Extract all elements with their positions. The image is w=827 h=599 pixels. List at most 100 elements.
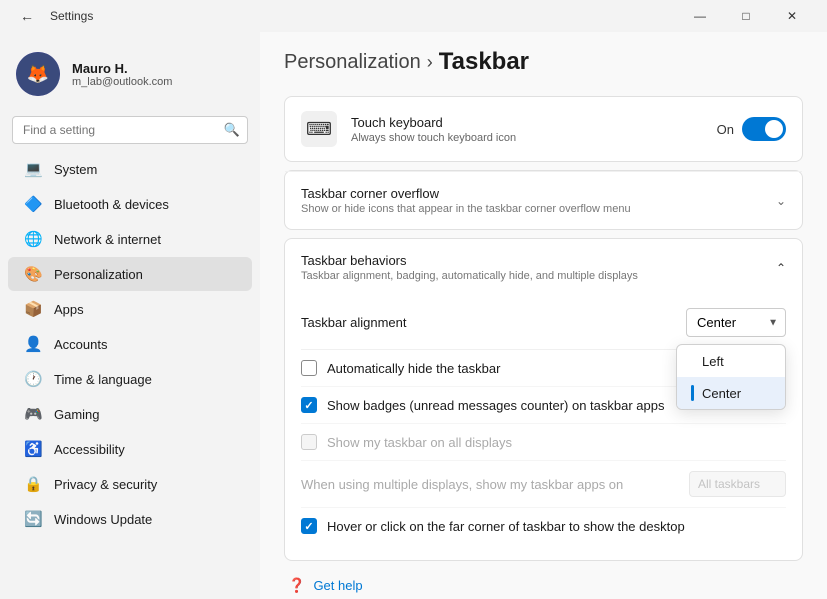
accounts-icon: 👤 bbox=[24, 335, 42, 353]
auto-hide-checkbox[interactable] bbox=[301, 360, 317, 376]
sidebar-item-label: Privacy & security bbox=[54, 477, 157, 492]
privacy-icon: 🔒 bbox=[24, 475, 42, 493]
alignment-dropdown-popup: Left Center bbox=[676, 344, 786, 410]
apps-icon: 📦 bbox=[24, 300, 42, 318]
sidebar-item-label: Personalization bbox=[54, 267, 143, 282]
back-button[interactable]: ← bbox=[12, 4, 42, 28]
behaviors-subtitle: Taskbar alignment, badging, automaticall… bbox=[301, 270, 776, 282]
footer-links: ❓ Get help 💬 Give feedback bbox=[284, 577, 803, 599]
taskbar-corner-overflow-card: Taskbar corner overflow Show or hide ico… bbox=[284, 170, 803, 230]
get-help-label: Get help bbox=[313, 578, 362, 593]
multi-display-label: When using multiple displays, show my ta… bbox=[301, 477, 689, 492]
alignment-dropdown[interactable]: Left Center bbox=[686, 308, 786, 337]
touch-keyboard-toggle-group: On bbox=[717, 117, 786, 141]
behaviors-text: Taskbar behaviors Taskbar alignment, bad… bbox=[301, 253, 776, 282]
window-controls: — □ ✕ bbox=[677, 0, 815, 32]
behaviors-content: Taskbar alignment Left Center ▼ Left bbox=[285, 296, 802, 560]
breadcrumb: Personalization › Taskbar bbox=[284, 48, 803, 76]
touch-keyboard-toggle[interactable] bbox=[742, 117, 786, 141]
desktop-label: Hover or click on the far corner of task… bbox=[327, 519, 685, 534]
sidebar-item-label: Bluetooth & devices bbox=[54, 197, 169, 212]
breadcrumb-separator: › bbox=[427, 52, 433, 73]
alignment-dropdown-wrapper: Left Center ▼ Left Cent bbox=[686, 308, 786, 337]
touch-keyboard-title: Touch keyboard bbox=[351, 115, 717, 130]
all-displays-checkbox bbox=[301, 434, 317, 450]
alignment-label: Taskbar alignment bbox=[301, 315, 686, 330]
search-input[interactable] bbox=[12, 116, 248, 144]
dropdown-option-left[interactable]: Left bbox=[677, 345, 785, 377]
system-icon: 💻 bbox=[24, 160, 42, 178]
titlebar: ← Settings — □ ✕ bbox=[0, 0, 827, 32]
accessibility-icon: ♿ bbox=[24, 440, 42, 458]
all-displays-label: Show my taskbar on all displays bbox=[327, 435, 786, 450]
sidebar-item-gaming[interactable]: 🎮 Gaming bbox=[8, 397, 252, 431]
breadcrumb-current: Taskbar bbox=[439, 48, 529, 76]
option-center-label: Center bbox=[702, 386, 741, 401]
search-icon: 🔍 bbox=[224, 122, 240, 138]
touch-keyboard-row: ⌨ Touch keyboard Always show touch keybo… bbox=[285, 97, 802, 161]
profile-section: 🦊 Mauro H. m_lab@outlook.com bbox=[0, 40, 260, 112]
profile-info: Mauro H. m_lab@outlook.com bbox=[72, 61, 172, 88]
sidebar-item-label: System bbox=[54, 162, 97, 177]
sidebar-item-accounts[interactable]: 👤 Accounts bbox=[8, 327, 252, 361]
multi-display-row: When using multiple displays, show my ta… bbox=[301, 461, 786, 508]
touch-keyboard-subtitle: Always show touch keyboard icon bbox=[351, 132, 717, 144]
sidebar-item-label: Apps bbox=[54, 302, 84, 317]
option-check-center bbox=[691, 385, 694, 401]
windows-update-icon: 🔄 bbox=[24, 510, 42, 528]
personalization-icon: 🎨 bbox=[24, 265, 42, 283]
taskbar-corner-overflow-row[interactable]: Taskbar corner overflow Show or hide ico… bbox=[285, 171, 802, 229]
corner-overflow-title: Taskbar corner overflow bbox=[301, 186, 776, 201]
sidebar-item-apps[interactable]: 📦 Apps bbox=[8, 292, 252, 326]
sidebar-item-network[interactable]: 🌐 Network & internet bbox=[8, 222, 252, 256]
taskbar-behaviors-card: Taskbar behaviors Taskbar alignment, bad… bbox=[284, 238, 803, 561]
alignment-row: Taskbar alignment Left Center ▼ Left bbox=[301, 296, 786, 350]
sidebar-item-privacy[interactable]: 🔒 Privacy & security bbox=[8, 467, 252, 501]
avatar: 🦊 bbox=[16, 52, 60, 96]
chevron-up-icon: ⌃ bbox=[776, 261, 786, 275]
app-container: 🦊 Mauro H. m_lab@outlook.com 🔍 💻 System … bbox=[0, 0, 827, 599]
chevron-down-icon: ⌄ bbox=[776, 194, 786, 208]
toggle-label: On bbox=[717, 122, 734, 137]
get-help-link[interactable]: ❓ Get help bbox=[288, 577, 799, 594]
keyboard-icon: ⌨ bbox=[301, 111, 337, 147]
sidebar-item-label: Network & internet bbox=[54, 232, 161, 247]
taskbar-behaviors-header[interactable]: Taskbar behaviors Taskbar alignment, bad… bbox=[285, 239, 802, 296]
sidebar-item-personalization[interactable]: 🎨 Personalization bbox=[8, 257, 252, 291]
sidebar-item-label: Accessibility bbox=[54, 442, 125, 457]
profile-email: m_lab@outlook.com bbox=[72, 76, 172, 88]
maximize-button[interactable]: □ bbox=[723, 0, 769, 32]
sidebar-item-label: Time & language bbox=[54, 372, 152, 387]
sidebar-item-label: Windows Update bbox=[54, 512, 152, 527]
network-icon: 🌐 bbox=[24, 230, 42, 248]
gaming-icon: 🎮 bbox=[24, 405, 42, 423]
avatar-image: 🦊 bbox=[16, 52, 60, 96]
option-left-label: Left bbox=[702, 354, 724, 369]
bluetooth-icon: 🔷 bbox=[24, 195, 42, 213]
sidebar-item-windows-update[interactable]: 🔄 Windows Update bbox=[8, 502, 252, 536]
minimize-button[interactable]: — bbox=[677, 0, 723, 32]
search-box: 🔍 bbox=[12, 116, 248, 144]
sidebar-item-label: Accounts bbox=[54, 337, 107, 352]
help-icon: ❓ bbox=[288, 577, 305, 594]
sidebar: 🦊 Mauro H. m_lab@outlook.com 🔍 💻 System … bbox=[0, 32, 260, 599]
sidebar-item-label: Gaming bbox=[54, 407, 100, 422]
main-content: Personalization › Taskbar ⌨ Touch keyboa… bbox=[260, 32, 827, 599]
titlebar-left: ← Settings bbox=[12, 4, 93, 28]
desktop-row: Hover or click on the far corner of task… bbox=[301, 508, 786, 544]
dropdown-option-center[interactable]: Center bbox=[677, 377, 785, 409]
sidebar-item-accessibility[interactable]: ♿ Accessibility bbox=[8, 432, 252, 466]
breadcrumb-parent: Personalization bbox=[284, 51, 421, 74]
close-button[interactable]: ✕ bbox=[769, 0, 815, 32]
badges-checkbox[interactable] bbox=[301, 397, 317, 413]
behaviors-title: Taskbar behaviors bbox=[301, 253, 776, 268]
window-title: Settings bbox=[50, 9, 93, 23]
sidebar-item-system[interactable]: 💻 System bbox=[8, 152, 252, 186]
corner-overflow-subtitle: Show or hide icons that appear in the ta… bbox=[301, 203, 776, 215]
multi-display-select: All taskbars bbox=[689, 471, 786, 497]
sidebar-item-bluetooth[interactable]: 🔷 Bluetooth & devices bbox=[8, 187, 252, 221]
sidebar-item-time[interactable]: 🕐 Time & language bbox=[8, 362, 252, 396]
profile-name: Mauro H. bbox=[72, 61, 172, 76]
time-icon: 🕐 bbox=[24, 370, 42, 388]
desktop-checkbox[interactable] bbox=[301, 518, 317, 534]
